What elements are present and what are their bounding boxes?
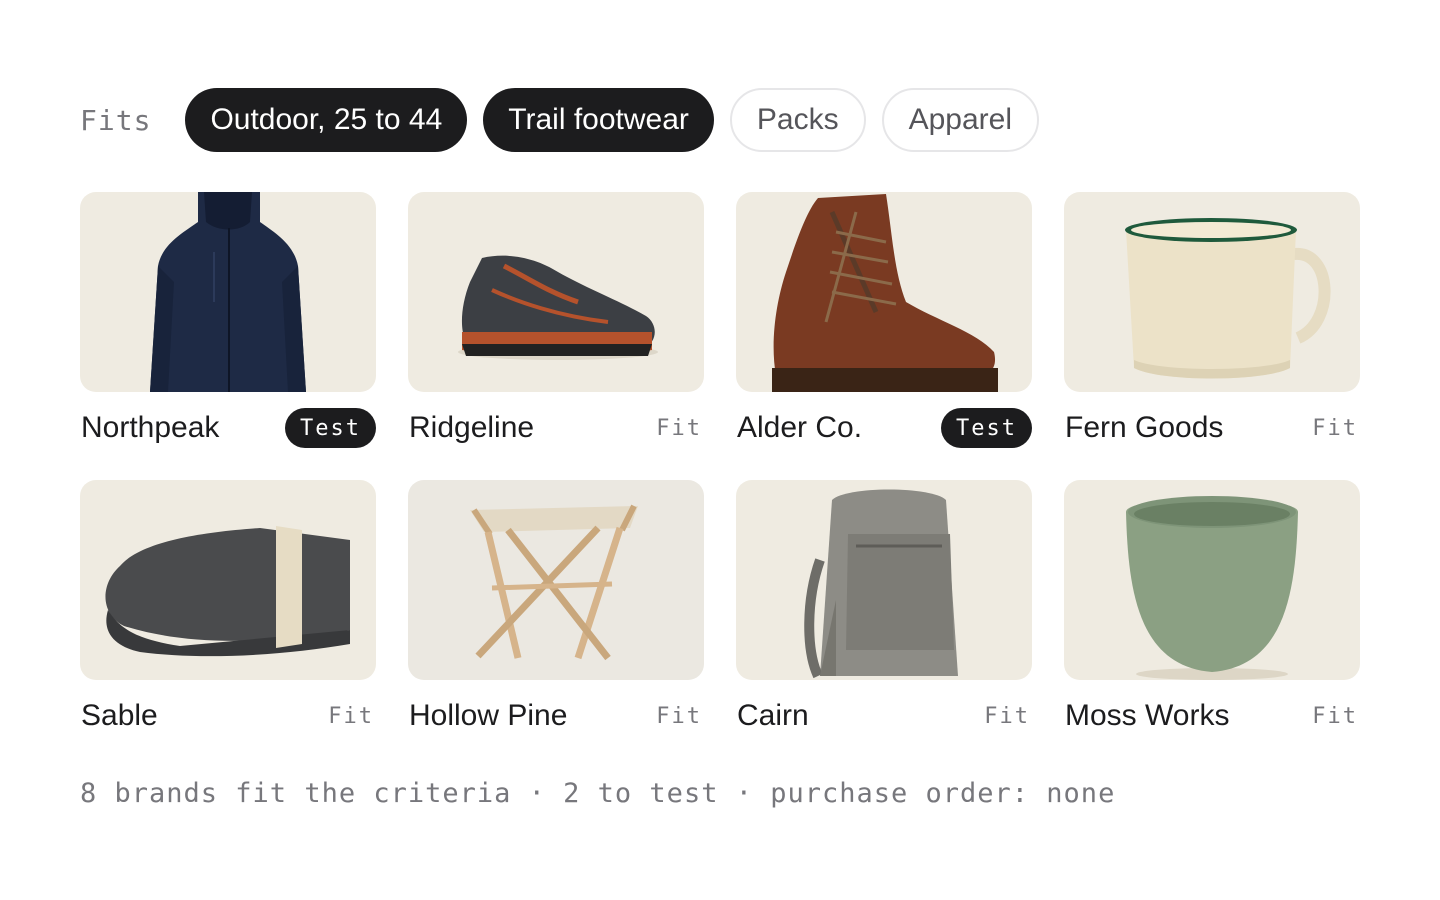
- status-label: Fit: [656, 415, 702, 441]
- brand-meta: Cairn Fit: [736, 680, 1032, 736]
- brand-name: Fern Goods: [1065, 411, 1224, 444]
- brand-meta: Sable Fit: [80, 680, 376, 736]
- brand-name: Moss Works: [1065, 699, 1230, 732]
- brand-image-blanket: [80, 480, 376, 680]
- status-badge: Test: [941, 408, 1032, 448]
- brand-name: Ridgeline: [409, 411, 535, 444]
- brand-meta: Ridgeline Fit: [408, 392, 704, 448]
- brand-image-planter: [1064, 480, 1360, 680]
- chip-trail-footwear[interactable]: Trail footwear: [483, 88, 714, 152]
- brand-card-hollow-pine[interactable]: Hollow Pine Fit: [408, 480, 704, 736]
- brand-meta: Moss Works Fit: [1064, 680, 1360, 736]
- brand-image-backpack: [736, 480, 1032, 680]
- brand-card-alder-co[interactable]: Alder Co. Test: [736, 192, 1032, 448]
- status-label: Fit: [656, 703, 702, 729]
- brand-meta: Hollow Pine Fit: [408, 680, 704, 736]
- brand-card-ridgeline[interactable]: Ridgeline Fit: [408, 192, 704, 448]
- status-label: Fit: [1312, 415, 1358, 441]
- brand-grid: Northpeak Test Ridgeline Fit Alder Co. T…: [80, 192, 1360, 736]
- brand-name: Northpeak: [81, 411, 220, 444]
- brand-card-moss-works[interactable]: Moss Works Fit: [1064, 480, 1360, 736]
- filter-bar: Fits Outdoor, 25 to 44 Trail footwear Pa…: [80, 88, 1055, 152]
- brand-card-sable[interactable]: Sable Fit: [80, 480, 376, 736]
- chip-outdoor-25-44[interactable]: Outdoor, 25 to 44: [185, 88, 468, 152]
- brand-meta: Fern Goods Fit: [1064, 392, 1360, 448]
- brand-card-fern-goods[interactable]: Fern Goods Fit: [1064, 192, 1360, 448]
- status-label: Fit: [1312, 703, 1358, 729]
- brand-meta: Northpeak Test: [80, 392, 376, 448]
- brand-image-stool: [408, 480, 704, 680]
- brand-meta: Alder Co. Test: [736, 392, 1032, 448]
- brand-name: Alder Co.: [737, 411, 863, 444]
- brand-name: Hollow Pine: [409, 699, 568, 732]
- brand-image-shoe: [408, 192, 704, 392]
- brand-image-jacket: [80, 192, 376, 392]
- brand-card-cairn[interactable]: Cairn Fit: [736, 480, 1032, 736]
- brand-image-mug: [1064, 192, 1360, 392]
- summary-text: 8 brands fit the criteria · 2 to test · …: [80, 778, 1116, 809]
- chip-apparel[interactable]: Apparel: [881, 88, 1040, 152]
- status-badge: Test: [285, 408, 376, 448]
- filter-label: Fits: [80, 103, 152, 137]
- status-label: Fit: [984, 703, 1030, 729]
- brand-card-northpeak[interactable]: Northpeak Test: [80, 192, 376, 448]
- chip-packs[interactable]: Packs: [729, 88, 866, 152]
- brand-name: Cairn: [737, 699, 809, 732]
- status-label: Fit: [328, 703, 374, 729]
- brand-name: Sable: [81, 699, 158, 732]
- brand-image-boot: [736, 192, 1032, 392]
